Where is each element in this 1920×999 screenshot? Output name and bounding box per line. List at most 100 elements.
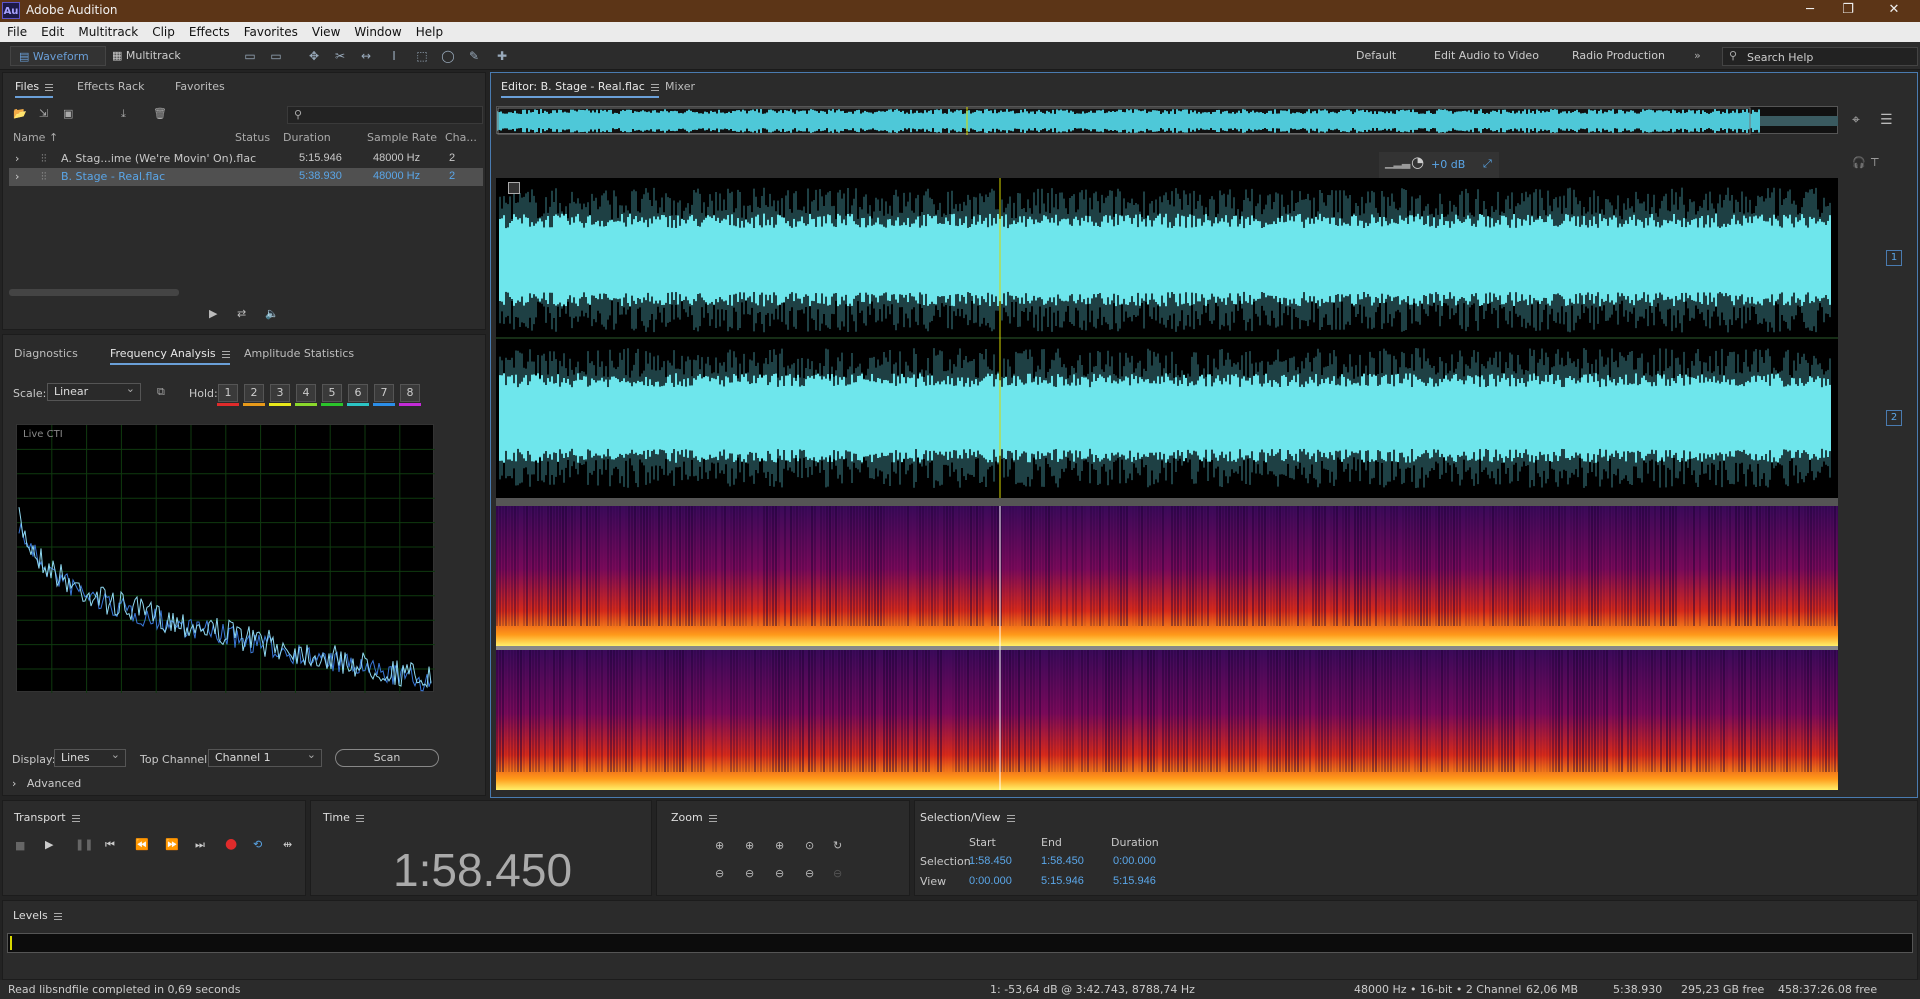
file-row-selected[interactable]: › ⫶⫶ B. Stage - Real.flac 5:38.930 48000… [9,168,483,186]
insert-icon[interactable]: ⤓ [121,107,126,121]
close-icon[interactable]: ✕ [1872,0,1916,22]
panel-menu-icon[interactable] [53,912,62,920]
hold-button-7[interactable]: 7 [374,384,394,402]
selection-end[interactable]: 1:58.450 [1041,855,1084,867]
pin-icon[interactable]: ⊤ [1870,156,1880,169]
scan-button[interactable]: Scan [335,749,439,767]
tab-files[interactable]: Files [15,80,54,98]
copy-icon[interactable]: ⧉ [157,385,165,399]
file-row[interactable]: › ⫶⫶ A. Stag...ime (We're Movin' On).fla… [9,150,483,168]
hold-button-1[interactable]: 1 [218,384,238,402]
zoom-to-selection-icon[interactable]: ⊙ [805,839,814,852]
menu-window[interactable]: Window [347,22,408,42]
time-selection-icon[interactable]: I [386,48,402,64]
delete-icon[interactable]: 🗑 [153,107,167,120]
col-status[interactable]: Status [235,131,270,144]
zoom-out-full-icon[interactable]: ⊖ [775,867,784,880]
play-icon[interactable]: ▶ [45,838,53,851]
col-sample-rate[interactable]: Sample Rate [367,131,437,144]
hold-button-2[interactable]: 2 [244,384,264,402]
settings-icon[interactable]: ☰ [1880,112,1893,128]
stop-icon[interactable]: ■ [15,839,25,852]
tab-diagnostics[interactable]: Diagnostics [14,347,78,360]
waveform-button[interactable]: ▤ Waveform [10,46,106,66]
menu-view[interactable]: View [305,22,347,42]
spot-healing-icon[interactable]: ✚ [494,48,510,64]
spectral-display[interactable] [496,506,1839,790]
overview-bar[interactable] [496,106,1838,135]
channel-1-toggle[interactable]: 1 [1886,250,1902,266]
menu-multitrack[interactable]: Multitrack [71,22,145,42]
file-filter-input[interactable]: ⚲ [287,106,483,124]
channel-2-toggle[interactable]: 2 [1886,410,1902,426]
expand-icon[interactable]: › [15,152,19,165]
zoom-reset-icon[interactable]: ↻ [833,839,842,852]
col-name[interactable]: Name ↑ [13,131,58,144]
razor-tool-icon[interactable]: ✂ [332,48,348,64]
tab-editor[interactable]: Editor: B. Stage - Real.flac [501,80,659,98]
hold-button-8[interactable]: 8 [400,384,420,402]
tab-frequency-analysis[interactable]: Frequency Analysis [110,347,230,365]
menu-clip[interactable]: Clip [145,22,182,42]
hold-button-4[interactable]: 4 [296,384,316,402]
menu-help[interactable]: Help [409,22,450,42]
hold-button-3[interactable]: 3 [270,384,290,402]
brush-tool-icon[interactable]: ✎ [466,48,482,64]
col-channels[interactable]: Cha... [445,131,477,144]
tab-favorites[interactable]: Favorites [175,80,225,93]
go-to-end-icon[interactable]: ⏭ [195,838,205,852]
zoom-tool-icon[interactable]: ⌖ [1852,112,1860,128]
tab-amplitude-statistics[interactable]: Amplitude Statistics [244,347,354,360]
panel-menu-icon[interactable] [1006,814,1015,822]
view-start[interactable]: 0:00.000 [969,875,1012,887]
workspace-radio-production[interactable]: Radio Production [1572,49,1665,62]
marquee-tool-icon[interactable]: ⬚ [414,48,430,64]
import-file-icon[interactable]: ⇲ [39,107,48,120]
workspace-edit-audio-video[interactable]: Edit Audio to Video [1434,49,1539,62]
selection-start[interactable]: 1:58.450 [969,855,1012,867]
panel-menu-icon[interactable] [650,83,659,91]
time-display[interactable]: 1:58.450 [393,843,572,897]
restore-icon[interactable]: ❐ [1826,0,1870,22]
slip-tool-icon[interactable]: ↔ [358,48,374,64]
multitrack-button[interactable]: ▦ Multitrack [112,46,198,66]
panel-menu-icon[interactable] [45,83,54,91]
spectral-display-icon[interactable]: ▭ [242,48,258,64]
advanced-expander[interactable]: › Advanced [12,777,81,790]
selection-duration[interactable]: 0:00.000 [1113,855,1156,867]
search-help-field[interactable]: ⚲ Search Help [1722,47,1918,66]
panel-menu-icon[interactable] [221,350,230,358]
tab-mixer[interactable]: Mixer [665,80,695,93]
new-file-icon[interactable]: ▣ [63,107,73,120]
zoom-in-amplitude-icon[interactable]: ⊕ [715,839,724,852]
display-dropdown[interactable]: Lines [54,747,126,767]
loop-preview-icon[interactable]: ⇄ [237,307,246,320]
hold-button-5[interactable]: 5 [322,384,342,402]
skip-selection-icon[interactable]: ⇹ [283,838,292,851]
menu-file[interactable]: File [0,22,34,42]
record-icon[interactable]: ● [225,836,237,852]
panel-menu-icon[interactable] [71,814,80,822]
waveform-display[interactable] [496,178,1838,498]
panel-menu-icon[interactable] [708,814,717,822]
tab-effects-rack[interactable]: Effects Rack [77,80,144,93]
search-help-input[interactable]: Search Help [1747,51,1813,64]
view-end[interactable]: 5:15.946 [1041,875,1084,887]
zoom-out-time-icon[interactable]: ⊖ [745,867,754,880]
splitter[interactable] [496,498,1838,506]
panel-menu-icon[interactable] [355,814,364,822]
workspace-default[interactable]: Default [1356,49,1396,62]
open-file-icon[interactable]: 📂 [13,107,27,120]
zoom-in-point-icon[interactable]: ⊕ [775,839,784,852]
zoom-disabled-icon[interactable]: ⊖ [833,867,842,880]
pause-icon[interactable]: ❚❚ [75,838,93,851]
top-channel-dropdown[interactable]: Channel 1 [208,747,322,767]
more-workspaces-icon[interactable]: » [1694,49,1701,62]
hud-pin-icon[interactable]: ⤢ [1483,157,1492,171]
autoplay-icon[interactable]: 🔈 [265,307,279,320]
headphones-icon[interactable]: 🎧 [1852,156,1866,169]
loop-icon[interactable]: ⟲ [253,838,262,851]
volume-value[interactable]: +0 dB [1431,158,1465,171]
volume-knob-icon[interactable]: ◔ [1411,153,1424,171]
go-to-start-icon[interactable]: ⏮ [105,838,115,852]
